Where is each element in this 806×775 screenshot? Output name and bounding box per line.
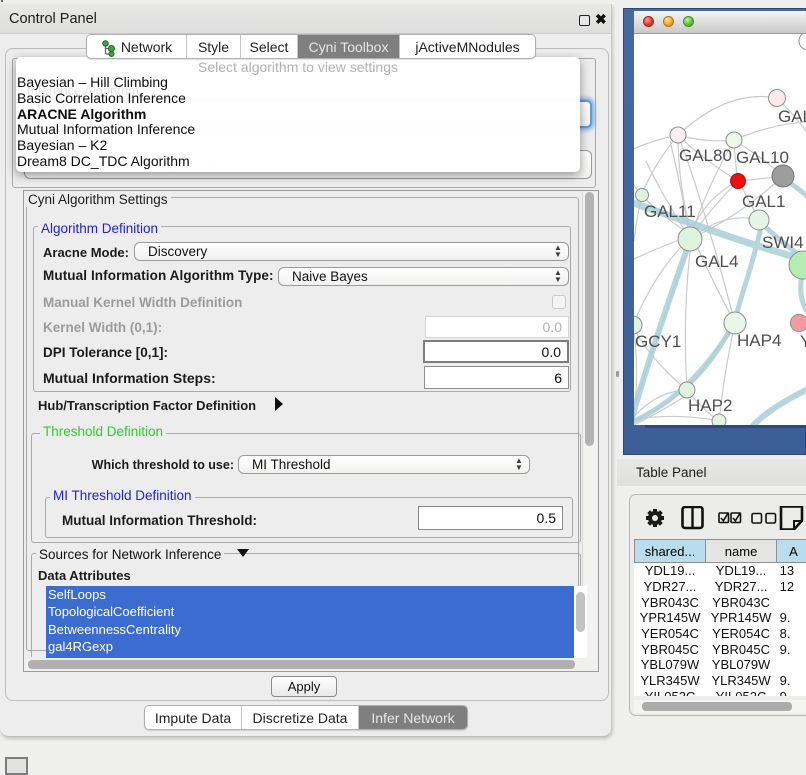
- svg-text:HAP2: HAP2: [688, 396, 732, 415]
- svg-text:GAL7: GAL7: [778, 107, 806, 126]
- svg-text:HAP4: HAP4: [737, 331, 781, 350]
- svg-text:GAL11: GAL11: [644, 202, 696, 221]
- svg-text:GAL1: GAL1: [742, 192, 785, 211]
- svg-text:GCY1: GCY1: [635, 332, 681, 351]
- svg-text:SWI4: SWI4: [762, 233, 804, 252]
- svg-text:GAL80: GAL80: [679, 146, 732, 165]
- svg-text:GAL4: GAL4: [695, 252, 738, 271]
- svg-text:YEL: YEL: [800, 332, 806, 351]
- svg-text:GAL10: GAL10: [736, 148, 789, 167]
